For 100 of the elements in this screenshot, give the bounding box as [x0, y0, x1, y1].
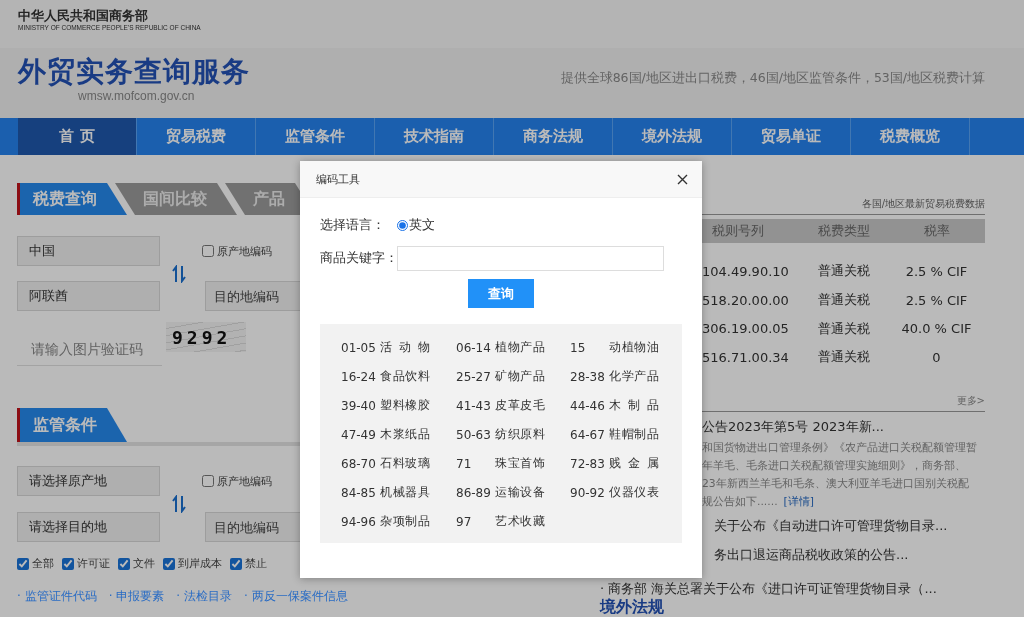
keyword-input[interactable] [397, 246, 664, 271]
country-select[interactable]: 阿联酋 [17, 281, 160, 311]
field-label: 商品关键字： [320, 250, 397, 267]
table-cell-text: 普通关税 [817, 319, 871, 338]
detail-link[interactable]: [详情] [783, 494, 815, 508]
site-url: wmsw.mofcom.gov.cn [78, 89, 195, 103]
captcha-text: 9292 [172, 326, 232, 348]
column-header: 税则号列 [711, 222, 765, 240]
chapter-code[interactable]: 06-14 [456, 340, 495, 355]
chapter-link[interactable]: 皮革皮毛 [495, 397, 545, 414]
excerpt-line: 和国货物进出口管理条例》《农产品进口关税配额管理暂 [702, 440, 977, 454]
chapter-link[interactable]: 活 动 物 [380, 339, 430, 356]
checkbox-label: 原产地编码 [217, 243, 272, 259]
chapter-link[interactable]: 仪器仪表 [609, 484, 659, 501]
chapter-code[interactable]: 97 [456, 514, 495, 529]
swap-arrows-icon[interactable] [172, 495, 186, 513]
chapter-code[interactable]: 25-27 [456, 369, 495, 384]
chapter-code[interactable]: 47-49 [341, 427, 380, 442]
chapter-code[interactable]: 94-96 [341, 514, 380, 529]
chapter-code[interactable]: 72-83 [570, 456, 609, 471]
checkbox[interactable] [202, 475, 214, 487]
table-cell-text: 普通关税 [817, 291, 871, 310]
excerpt-line: 规公告如下...... [702, 494, 778, 508]
chapter-link[interactable]: 纺织原料 [495, 426, 545, 443]
chapter-code[interactable]: 01-05 [341, 340, 380, 355]
chapter-code[interactable]: 15 [570, 340, 609, 355]
checkbox-label: 原产地编码 [217, 473, 272, 489]
chapter-code[interactable]: 44-46 [570, 398, 609, 413]
news-item[interactable]: · 商务部 海关总署关于公布《进口许可证管理货物目录（... [600, 579, 985, 598]
excerpt-line: 23年新西兰羊毛和毛条、澳大利亚羊毛进口国别关税配 [702, 476, 969, 490]
radio-label: 英文 [409, 216, 435, 234]
table-cell-text: 104.49.90.10 [702, 263, 790, 279]
site-tagline: 提供全球86国/地区进出口税费，46国/地区监管条件，53国/地区税费计算 [560, 70, 985, 87]
column-header: 税率 [922, 222, 951, 240]
radio-button[interactable] [397, 219, 408, 231]
checkbox-label: 许可证 [77, 556, 110, 571]
checkbox[interactable] [230, 557, 242, 570]
table-cell-text: 518.20.00.00 [702, 292, 790, 308]
country-select[interactable]: 请选择原产地 [17, 466, 160, 496]
dialog-title: 编码工具 [316, 171, 360, 187]
chapter-code[interactable]: 86-89 [456, 485, 495, 500]
chapter-link[interactable]: 动植物油 [609, 339, 659, 356]
ministry-name: 中华人民共和国商务部 [18, 9, 148, 23]
chapter-link[interactable]: 鞋帽制品 [609, 426, 659, 443]
chapter-code[interactable]: 71 [456, 456, 495, 471]
chapter-link[interactable]: 运输设备 [495, 484, 545, 501]
chapter-link[interactable]: 木 制 品 [609, 397, 659, 414]
checkbox-label: 禁止 [245, 556, 267, 571]
chapter-link[interactable]: 矿物产品 [495, 368, 545, 385]
chapter-link[interactable]: 机械器具 [380, 484, 430, 501]
checkbox-label: 到岸成本 [178, 556, 222, 571]
chapter-link[interactable]: 贱 金 属 [609, 455, 659, 472]
checkbox[interactable] [163, 557, 175, 570]
table-cell-text: 普通关税 [817, 262, 871, 281]
chapter-link[interactable]: 杂项制品 [380, 513, 430, 530]
country-select[interactable]: 中国 [17, 236, 160, 266]
excerpt-line: 年羊毛、毛条进口关税配额管理实施细则》，商务部、 [702, 458, 966, 472]
chapter-link[interactable]: 化学产品 [609, 368, 659, 385]
checkbox[interactable] [202, 245, 214, 257]
section-title: 境外法规 [600, 597, 665, 616]
checkbox-label: 文件 [133, 556, 155, 571]
news-title[interactable]: 公告2023年第5号 2023年新... [702, 418, 985, 435]
country-select[interactable]: 请选择目的地 [17, 512, 160, 542]
chapter-code[interactable]: 16-24 [341, 369, 380, 384]
column-header: 税费类型 [817, 222, 871, 240]
chapter-code[interactable]: 39-40 [341, 398, 380, 413]
checkbox[interactable] [118, 557, 130, 570]
captcha-input[interactable]: 请输入图片验证码 [17, 332, 162, 366]
chapter-code[interactable]: 84-85 [341, 485, 380, 500]
chapter-link[interactable]: 石料玻璃 [380, 455, 430, 472]
table-cell-text: 40.0 % CIF [900, 321, 973, 337]
chapter-code[interactable]: 28-38 [570, 369, 609, 384]
checkbox[interactable] [17, 557, 29, 570]
site-title: 外贸实务查询服务 [18, 55, 250, 89]
table-caption: 各国/地区最新贸易税费数据 [702, 197, 985, 215]
chapter-code[interactable]: 68-70 [341, 456, 380, 471]
close-icon[interactable] [677, 173, 688, 185]
table-cell-text: 普通关税 [817, 348, 871, 367]
table-cell-text: 0 [931, 349, 942, 365]
table-cell-text: 2.5 % CIF [904, 292, 969, 308]
chapter-link[interactable]: 艺术收藏 [495, 513, 545, 530]
chapter-link[interactable]: 塑料橡胶 [380, 397, 430, 414]
chapter-link[interactable]: 木浆纸品 [380, 426, 430, 443]
news-item[interactable]: 务出口退运商品税收政策的公告... [702, 539, 985, 569]
chapter-link[interactable]: 植物产品 [495, 339, 545, 356]
chapter-link[interactable]: 珠宝首饰 [495, 455, 545, 472]
chapter-code[interactable]: 50-63 [456, 427, 495, 442]
swap-arrows-icon[interactable] [172, 264, 186, 283]
chapter-code[interactable]: 64-67 [570, 427, 609, 442]
table-cell-text: 2.5 % CIF [904, 263, 969, 279]
chapter-code[interactable]: 90-92 [570, 485, 609, 500]
checkbox-label: 全部 [32, 556, 54, 571]
table-cell-text: 306.19.00.05 [702, 321, 790, 337]
nav-tab[interactable]: 首 页 [18, 118, 137, 155]
chapter-link[interactable]: 食品饮料 [380, 368, 430, 385]
news-item[interactable]: 关于公布《自动进口许可管理货物目录... [702, 510, 985, 540]
field-label: 选择语言： [320, 216, 386, 234]
chapter-code[interactable]: 41-43 [456, 398, 495, 413]
table-cell-text: 516.71.00.34 [702, 349, 790, 365]
checkbox[interactable] [62, 557, 74, 570]
